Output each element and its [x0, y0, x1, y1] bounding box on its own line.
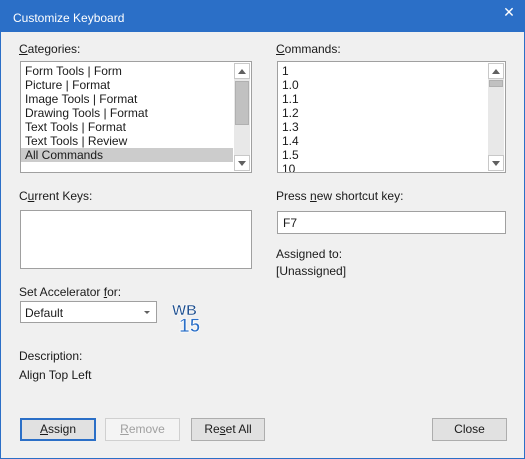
assign-accesskey: A: [39, 422, 48, 436]
current-keys-listbox[interactable]: [20, 210, 252, 269]
close-icon[interactable]: ✕: [494, 1, 524, 25]
current-keys-label-text: rrent Keys:: [34, 189, 93, 203]
categories-scrollbar[interactable]: [234, 63, 250, 171]
scroll-up-button[interactable]: [234, 63, 250, 79]
categories-label-text: ategories:: [27, 42, 81, 56]
commands-label-accesskey: C: [276, 42, 285, 56]
list-item[interactable]: Text Tools | Format: [21, 120, 233, 134]
list-item[interactable]: 1: [278, 64, 487, 78]
shortcut-key-value: F7: [283, 216, 298, 230]
assign-label: ssign: [48, 422, 77, 436]
chevron-down-icon: [238, 161, 246, 166]
scroll-down-button[interactable]: [488, 155, 504, 171]
list-item[interactable]: 1.2: [278, 106, 487, 120]
wb15-logo-icon: WB 15: [172, 302, 201, 333]
description-value: Align Top Left: [19, 368, 92, 382]
scroll-down-button[interactable]: [234, 155, 250, 171]
commands-label: Commands:: [276, 42, 341, 56]
chevron-down-icon: [492, 161, 500, 166]
list-item[interactable]: 1.5: [278, 148, 487, 162]
list-item[interactable]: 1.3: [278, 120, 487, 134]
list-item[interactable]: Text Tools | Review: [21, 134, 233, 148]
chevron-down-icon: [144, 311, 150, 314]
reset-all-button[interactable]: Reset All: [191, 418, 265, 441]
commands-listbox[interactable]: 1 1.0 1.1 1.2 1.3 1.4 1.5 10: [277, 61, 506, 173]
list-item[interactable]: Picture | Format: [21, 78, 233, 92]
assigned-to-label: Assigned to:: [276, 247, 343, 261]
title-bar: Customize Keyboard ✕: [1, 1, 524, 32]
scroll-thumb[interactable]: [235, 81, 249, 125]
commands-label-text: ommands:: [284, 42, 341, 56]
shortcut-key-input[interactable]: F7: [277, 211, 506, 234]
scroll-thumb[interactable]: [489, 80, 503, 87]
categories-rows: Form Tools | Form Picture | Format Image T…: [21, 62, 233, 172]
customize-keyboard-dialog: Customize Keyboard ✕ Categories: Form To…: [0, 0, 525, 459]
accelerator-select-value: Default: [25, 306, 64, 320]
remove-label: emove: [128, 422, 165, 436]
list-item[interactable]: Image Tools | Format: [21, 92, 233, 106]
commands-scrollbar[interactable]: [488, 63, 504, 171]
logo-text-bottom: 15: [179, 316, 201, 333]
description-label: Description:: [19, 349, 83, 363]
commands-rows: 1 1.0 1.1 1.2 1.3 1.4 1.5 10: [278, 62, 487, 172]
shortcut-label-accesskey: n: [310, 189, 317, 203]
scroll-track[interactable]: [234, 79, 250, 155]
reset-all-label: et All: [225, 422, 252, 436]
remove-accesskey: R: [120, 422, 129, 436]
chevron-up-icon: [492, 69, 500, 74]
categories-label: Categories:: [19, 42, 80, 56]
shortcut-label-text: ew shortcut key:: [316, 189, 404, 203]
current-keys-label: Current Keys:: [19, 189, 92, 203]
chevron-up-icon: [238, 69, 246, 74]
list-item[interactable]: Form Tools | Form: [21, 64, 233, 78]
accelerator-label-text: or:: [107, 285, 122, 299]
assign-button[interactable]: Assign: [20, 418, 96, 441]
list-item[interactable]: 1.1: [278, 92, 487, 106]
shortcut-label-pre: Press: [276, 189, 311, 203]
list-item[interactable]: Drawing Tools | Format: [21, 106, 233, 120]
accelerator-label-pre: Set Accelerator: [19, 285, 104, 299]
scroll-track[interactable]: [488, 79, 504, 155]
remove-button[interactable]: Remove: [105, 418, 180, 441]
accelerator-label: Set Accelerator for:: [19, 285, 121, 299]
current-keys-label-pre: C: [19, 189, 28, 203]
reset-all-pre: Re: [204, 422, 220, 436]
dialog-title: Customize Keyboard: [13, 11, 125, 25]
categories-listbox[interactable]: Form Tools | Form Picture | Format Image T…: [20, 61, 252, 173]
list-item[interactable]: 1.0: [278, 78, 487, 92]
accelerator-select[interactable]: Default: [20, 301, 157, 323]
list-item[interactable]: 10: [278, 162, 487, 172]
close-button[interactable]: Close: [432, 418, 507, 441]
assigned-to-value: [Unassigned]: [276, 264, 347, 278]
list-item[interactable]: All Commands: [21, 148, 233, 162]
shortcut-label: Press new shortcut key:: [276, 189, 403, 203]
list-item[interactable]: 1.4: [278, 134, 487, 148]
categories-label-accesskey: C: [19, 42, 28, 56]
scroll-up-button[interactable]: [488, 63, 504, 79]
